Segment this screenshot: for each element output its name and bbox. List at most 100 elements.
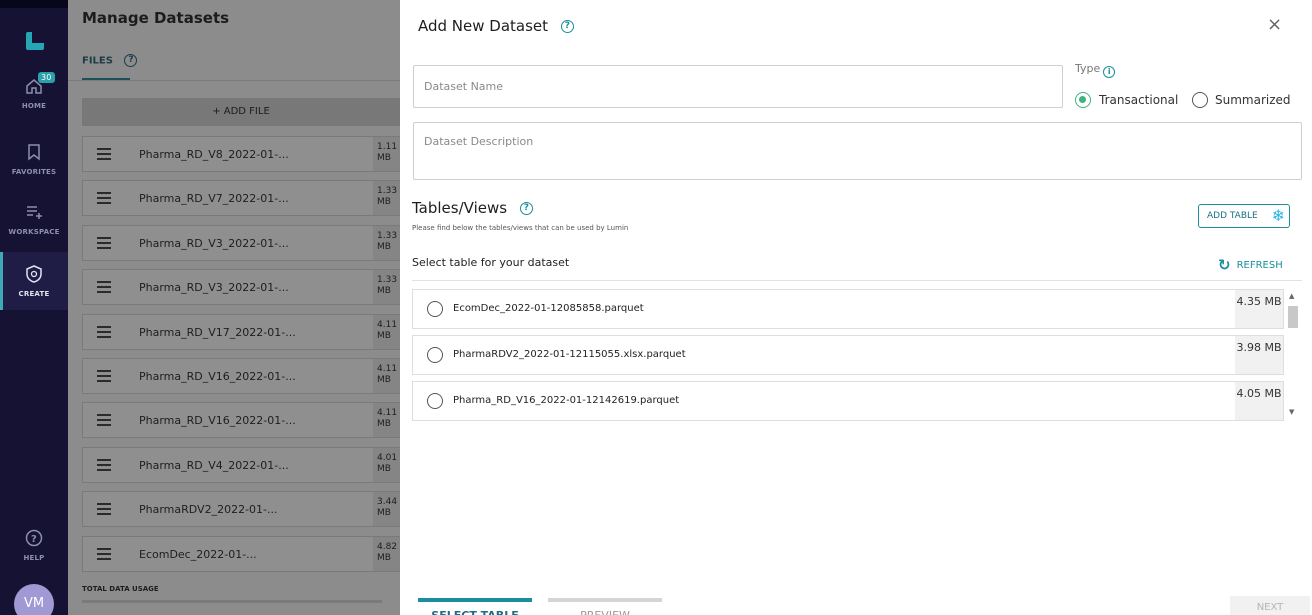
tables-views-title: Tables/Views (412, 199, 508, 217)
modal-help-icon[interactable]: ? (560, 20, 574, 33)
file-size: 1.33 MB (373, 181, 401, 216)
tab-files-label: FILES (82, 55, 113, 67)
file-name: Pharma_RD_V7_2022-01-... (139, 192, 289, 206)
list-icon (97, 458, 111, 471)
table-row[interactable]: PharmaRDV2_2022-01-12115055.xlsx.parquet… (412, 335, 1284, 375)
shield-icon (26, 265, 42, 283)
files-help-icon[interactable]: ? (124, 54, 138, 67)
table-row[interactable]: EcomDec_2022-01-12085858.parquet 4.35 MB (412, 289, 1284, 329)
tab-files[interactable]: FILES ? (82, 54, 138, 67)
select-table-label: Select table for your dataset (412, 256, 570, 269)
lumin-logo-icon (26, 32, 44, 50)
tables-subtitle: Please find below the tables/views that … (412, 224, 629, 232)
list-icon (97, 414, 111, 427)
type-label: Type i (1075, 62, 1116, 78)
svg-text:?: ? (31, 534, 37, 545)
table-radio[interactable] (427, 301, 443, 317)
file-size: 4.82 MB (373, 536, 401, 571)
file-name: Pharma_RD_V17_2022-01-... (139, 325, 296, 339)
left-rail: 30 HOME FAVORITES WORKSPACE CREATE ? HEL… (0, 0, 68, 615)
table-row[interactable]: Pharma_RD_V16_2022-01-12142619.parquet 4.… (412, 381, 1284, 421)
table-radio[interactable] (427, 393, 443, 409)
step-preview[interactable]: PREVIEW (548, 598, 662, 615)
file-row[interactable]: Pharma_RD_V8_2022-01-... 1.11 MB (82, 136, 401, 172)
file-size: 4.11 MB (373, 314, 401, 349)
dataset-description-field (413, 122, 1302, 180)
tables-views-heading: Tables/Views ? (412, 199, 533, 217)
list-icon (97, 503, 111, 516)
scroll-down-icon[interactable]: ▼ (1289, 408, 1294, 416)
file-name: Pharma_RD_V16_2022-01-... (139, 370, 296, 383)
info-icon[interactable]: i (1103, 66, 1116, 78)
data-usage-bar (82, 600, 382, 603)
rail-item-create[interactable]: CREATE (0, 252, 68, 310)
rail-item-home[interactable]: 30 HOME (0, 72, 68, 128)
file-name: Pharma_RD_V16_2022-01-... (139, 414, 296, 428)
file-size: 1.33 MB (373, 225, 401, 260)
file-row[interactable]: Pharma_RD_V16_2022-01-... 4.11 MB (82, 402, 401, 439)
file-row[interactable]: Pharma_RD_V16_2022-01-... 4.11 MB (82, 358, 401, 394)
tables-help-icon[interactable]: ? (519, 202, 533, 215)
radio-transactional[interactable] (1075, 92, 1091, 108)
file-size: 3.44 MB (373, 492, 401, 527)
table-name: PharmaRDV2_2022-01-12115055.xlsx.parquet (453, 349, 686, 360)
file-size: 4.11 MB (373, 403, 401, 438)
dataset-name-input[interactable] (414, 66, 1062, 107)
radio-label-transactional: Transactional (1099, 93, 1179, 107)
refresh-button[interactable]: ↻ REFRESH (1218, 256, 1283, 274)
rail-item-help[interactable]: ? HELP (0, 528, 68, 572)
scroll-thumb[interactable] (1288, 306, 1298, 328)
help-circle-icon: ? (25, 529, 43, 547)
file-name: Pharma_RD_V4_2022-01-... (139, 458, 289, 472)
list-icon (97, 547, 111, 560)
rail-item-favorites[interactable]: FAVORITES (0, 142, 68, 192)
refresh-label: REFRESH (1236, 260, 1283, 271)
next-button[interactable]: NEXT (1230, 596, 1310, 615)
file-row[interactable]: Pharma_RD_V3_2022-01-... 1.33 MB (82, 224, 401, 261)
rail-item-workspace[interactable]: WORKSPACE (0, 202, 68, 252)
rail-label-create: CREATE (18, 290, 50, 298)
file-name: PharmaRDV2_2022-01-... (139, 503, 278, 517)
add-file-button[interactable]: + ADD FILE (82, 98, 400, 126)
file-name: Pharma_RD_V8_2022-01-... (139, 148, 289, 161)
scroll-up-icon[interactable]: ▲ (1289, 292, 1294, 300)
dataset-name-field (413, 65, 1063, 108)
modal-title-text: Add New Dataset (418, 17, 549, 35)
table-list-scrollbar[interactable]: ▲ ▼ (1285, 290, 1301, 420)
snowflake-icon: ❄ (1271, 206, 1285, 225)
type-label-text: Type (1075, 62, 1101, 75)
home-badge: 30 (38, 72, 55, 83)
rail-label-favorites: FAVORITES (11, 168, 57, 176)
step-select-table[interactable]: SELECT TABLE (418, 598, 532, 615)
list-icon (97, 370, 111, 382)
file-row[interactable]: Pharma_RD_V3_2022-01-... 1.33 MB (82, 269, 401, 306)
file-row[interactable]: PharmaRDV2_2022-01-... 3.44 MB (82, 491, 401, 528)
file-row[interactable]: EcomDec_2022-01-... 4.82 MB (82, 535, 401, 572)
file-row[interactable]: Pharma_RD_V4_2022-01-... 4.01 MB (82, 446, 401, 483)
file-name: Pharma_RD_V3_2022-01-... (139, 236, 289, 250)
data-usage-label: TOTAL DATA USAGE (82, 585, 159, 593)
close-icon[interactable]: × (1267, 14, 1282, 35)
user-avatar[interactable]: VM (14, 584, 54, 615)
wizard-steps: SELECT TABLE PREVIEW (418, 598, 662, 615)
file-size: 1.33 MB (373, 270, 401, 305)
file-row[interactable]: Pharma_RD_V17_2022-01-... 4.11 MB (82, 313, 401, 350)
table-name: EcomDec_2022-01-12085858.parquet (453, 303, 644, 314)
dataset-description-input[interactable] (414, 123, 1301, 179)
list-icon (97, 281, 111, 294)
radio-summarized[interactable] (1192, 92, 1208, 108)
refresh-icon: ↻ (1218, 256, 1231, 274)
bookmark-icon (28, 144, 40, 161)
list-icon (97, 236, 111, 249)
table-radio[interactable] (427, 347, 443, 363)
add-table-button[interactable]: ADD TABLE ❄ (1198, 204, 1290, 228)
file-row[interactable]: Pharma_RD_V7_2022-01-... 1.33 MB (82, 180, 401, 217)
radio-label-summarized: Summarized (1215, 93, 1291, 107)
file-name: Pharma_RD_V3_2022-01-... (139, 281, 289, 295)
modal-title: Add New Dataset ? (418, 17, 574, 35)
page-title: Manage Datasets (82, 9, 230, 27)
table-size: 3.98 MB (1235, 336, 1283, 374)
table-name: Pharma_RD_V16_2022-01-12142619.parquet (453, 395, 680, 406)
rail-label-workspace: WORKSPACE (8, 228, 60, 236)
table-size: 4.05 MB (1235, 382, 1283, 420)
